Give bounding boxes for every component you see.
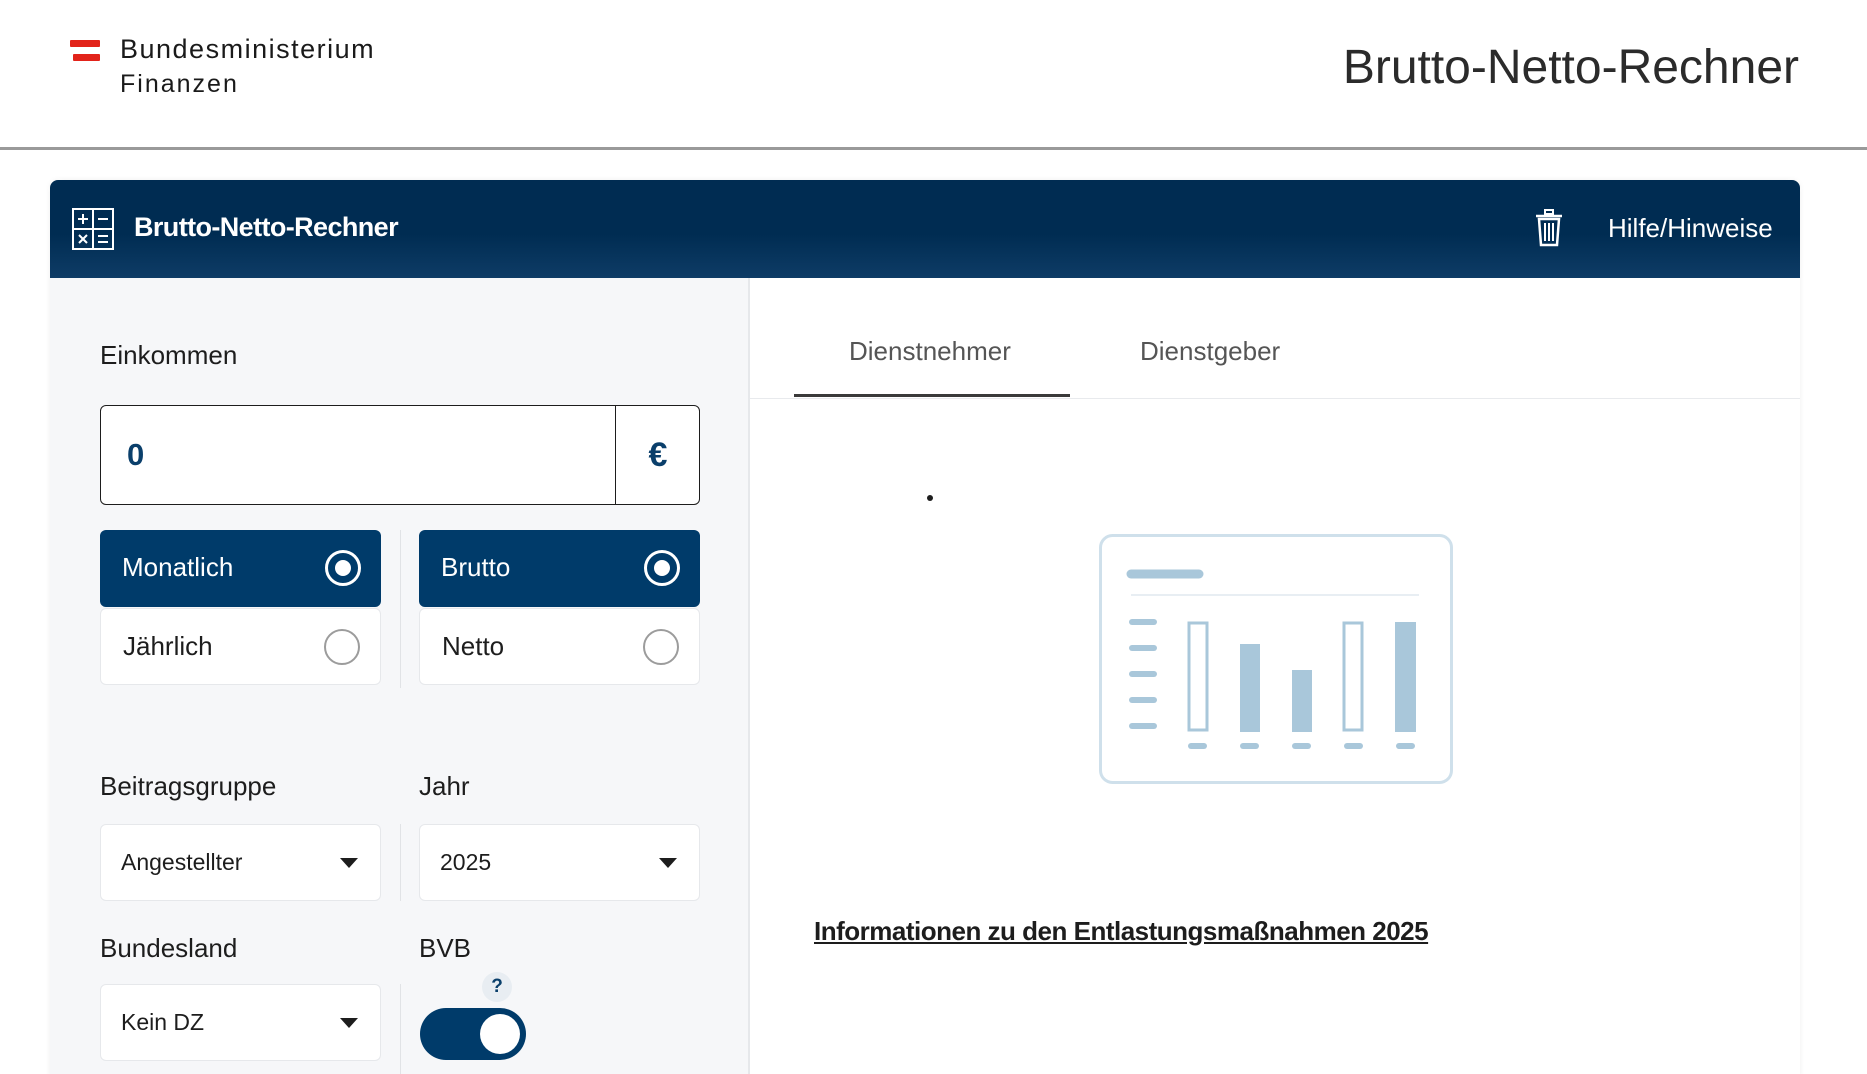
chart-placeholder-illustration (1099, 534, 1453, 784)
income-input[interactable] (127, 432, 627, 478)
tab-dienstnehmer[interactable]: Dienstnehmer (849, 336, 1011, 367)
help-link[interactable]: Hilfe/Hinweise (1608, 213, 1773, 244)
active-tab-indicator (794, 394, 1070, 397)
calculator-card: Brutto-Netto-Rechner Hilfe/Hinweise Eink… (50, 180, 1800, 1074)
trash-icon[interactable] (1534, 209, 1564, 247)
help-question-icon[interactable]: ? (482, 972, 512, 1002)
state-label: Bundesland (100, 933, 238, 963)
logo-line-2: Finanzen (120, 70, 239, 98)
site-header: Bundesministerium Finanzen Brutto-Netto-… (0, 0, 1867, 150)
select-value: Angestellter (121, 849, 243, 875)
year-select[interactable]: 2025 (419, 824, 700, 901)
input-panel: Einkommen € Monatlich Jährlich Brutto Ne… (50, 278, 750, 1074)
toggle-knob (480, 1014, 520, 1054)
option-brutto[interactable]: Brutto (419, 530, 700, 607)
option-label: Brutto (441, 552, 511, 582)
column-divider (400, 530, 401, 688)
page-title: Brutto-Netto-Rechner (1342, 41, 1799, 94)
caret-down-icon (659, 858, 677, 868)
radio-selected-icon (325, 550, 361, 586)
option-jaehrlich[interactable]: Jährlich (100, 608, 381, 685)
select-value: 2025 (440, 849, 492, 875)
column-divider (400, 824, 401, 901)
tab-dienstgeber[interactable]: Dienstgeber (1140, 336, 1280, 367)
austria-flag-icon (70, 40, 100, 62)
currency-symbol: € (648, 435, 668, 474)
calculator-toolbar: Brutto-Netto-Rechner Hilfe/Hinweise (50, 180, 1800, 278)
group-label: Beitragsgruppe (100, 771, 277, 801)
group-select[interactable]: Angestellter (100, 824, 381, 901)
option-label: Netto (442, 631, 505, 661)
caret-down-icon (340, 1018, 358, 1028)
income-field[interactable]: € (100, 405, 700, 505)
option-label: Jährlich (123, 631, 213, 661)
select-value: Kein DZ (121, 1009, 205, 1035)
tab-divider (750, 398, 1800, 399)
calculator-title: Brutto-Netto-Rechner (134, 212, 399, 242)
income-label: Einkommen (100, 340, 238, 370)
caret-down-icon (340, 858, 358, 868)
radio-unselected-icon (324, 629, 360, 665)
option-netto[interactable]: Netto (419, 608, 700, 685)
year-label: Jahr (419, 771, 470, 801)
bvb-label: BVB (419, 933, 472, 963)
entlastung-info-link[interactable]: Informationen zu den Entlastungsmaßnahme… (814, 916, 1429, 947)
state-select[interactable]: Kein DZ (100, 984, 381, 1061)
bullet-dot (927, 495, 933, 501)
column-divider (400, 984, 401, 1074)
option-monatlich[interactable]: Monatlich (100, 530, 381, 607)
calculator-icon (72, 208, 114, 250)
radio-selected-icon (644, 550, 680, 586)
option-label: Monatlich (122, 552, 234, 582)
bvb-toggle[interactable] (420, 1008, 526, 1060)
radio-unselected-icon (643, 629, 679, 665)
logo-line-1: Bundesministerium (120, 34, 376, 64)
